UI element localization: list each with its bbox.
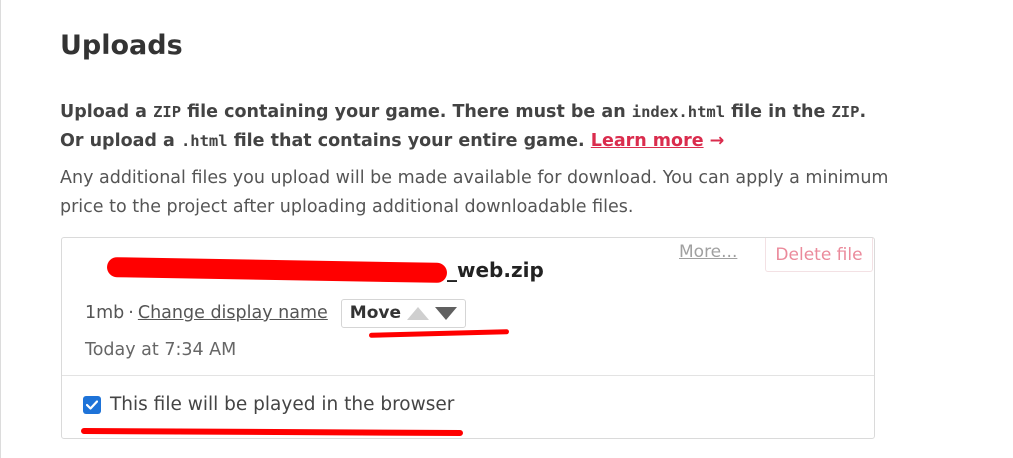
file-size: 1mb — [85, 303, 125, 323]
learn-more-link[interactable]: Learn more — [591, 131, 704, 151]
move-up-icon[interactable] — [407, 306, 429, 320]
additional-files-note: Any additional files you upload will be … — [60, 168, 889, 217]
zip-code-2: ZIP — [831, 103, 860, 121]
upload-instructions: Upload a ZIP file containing your game. … — [60, 102, 867, 151]
move-down-icon[interactable] — [435, 306, 457, 320]
annotation-underline-checkbox — [80, 427, 464, 437]
browser-playable-checkbox-row[interactable]: This file will be played in the browser — [83, 394, 454, 415]
index-html-code: index.html — [631, 103, 726, 121]
change-display-name-link[interactable]: Change display name — [138, 303, 328, 323]
annotation-underline-move — [368, 329, 510, 338]
zip-code: ZIP — [153, 103, 182, 121]
upload-card: More... Delete file _web.zip 1mb · Chang… — [61, 237, 875, 439]
card-divider — [62, 375, 874, 376]
move-button[interactable]: Move — [340, 298, 466, 328]
arrow-right-icon: → — [709, 131, 725, 151]
upload-card-header: More... Delete file _web.zip 1mb · Chang… — [62, 238, 874, 376]
delete-file-button[interactable]: Delete file — [765, 238, 873, 272]
html-code: .html — [180, 132, 228, 150]
section-title: Uploads — [60, 30, 183, 61]
page-left-border — [0, 0, 1, 458]
checkbox-checked-icon[interactable] — [83, 395, 101, 414]
move-label: Move — [349, 303, 401, 323]
upload-meta: 1mb · Change display name Move — [85, 298, 466, 328]
meta-separator: · — [128, 303, 134, 323]
more-link[interactable]: More... — [679, 242, 737, 262]
browser-playable-label: This file will be played in the browser — [110, 394, 455, 415]
upload-timestamp: Today at 7:34 AM — [85, 340, 237, 360]
